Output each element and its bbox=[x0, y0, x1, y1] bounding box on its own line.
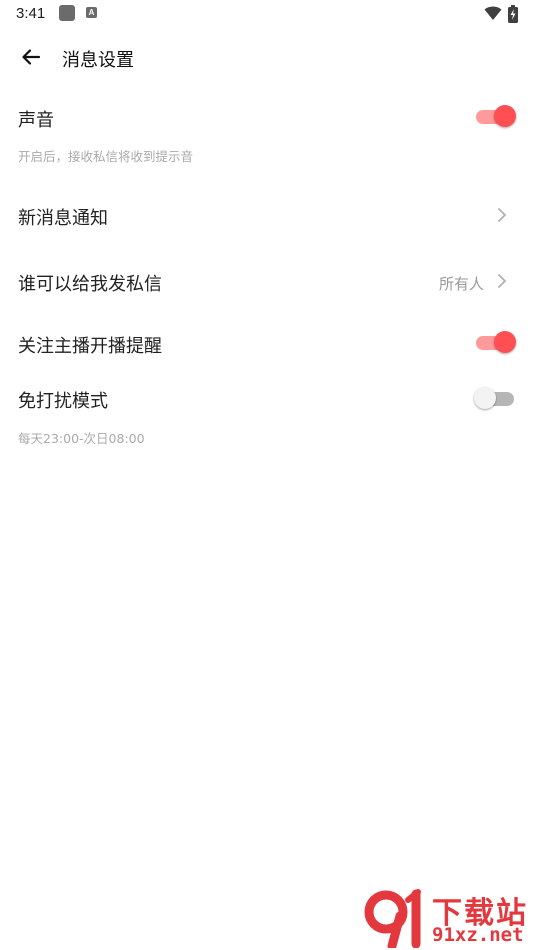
status-time: 3:41 bbox=[16, 5, 46, 22]
setting-row-dm-permission[interactable]: 谁可以给我发私信 所有人 bbox=[0, 258, 534, 306]
dnd-toggle-knob bbox=[474, 387, 496, 409]
dnd-schedule: 每天23:00-次日08:00 bbox=[18, 431, 145, 446]
status-bar: 3:41 A bbox=[0, 0, 534, 28]
live-reminder-toggle[interactable] bbox=[474, 331, 516, 355]
watermark-url: 91xz.net bbox=[432, 924, 524, 946]
live-reminder-toggle-knob bbox=[494, 331, 516, 353]
setting-row-new-message-notification[interactable]: 新消息通知 bbox=[0, 192, 534, 240]
back-arrow-icon[interactable] bbox=[20, 46, 42, 68]
sound-toggle[interactable] bbox=[474, 105, 516, 129]
notification-a-icon: A bbox=[86, 7, 97, 18]
dnd-toggle[interactable] bbox=[474, 387, 516, 411]
chevron-right-icon bbox=[498, 274, 506, 288]
sound-toggle-knob bbox=[494, 105, 516, 127]
sound-label: 声音 bbox=[18, 110, 54, 131]
chevron-right-icon bbox=[498, 208, 506, 222]
watermark-logo bbox=[364, 889, 421, 948]
dm-permission-value: 所有人 bbox=[438, 275, 484, 293]
dnd-label: 免打扰模式 bbox=[18, 391, 108, 412]
header: 消息设置 bbox=[0, 36, 534, 80]
setting-row-sound: 声音 开启后，接收私信将收到提示音 bbox=[0, 100, 534, 172]
dm-permission-label: 谁可以给我发私信 bbox=[18, 274, 162, 295]
new-message-label: 新消息通知 bbox=[18, 208, 108, 229]
notification-square-icon bbox=[59, 5, 75, 21]
live-reminder-label: 关注主播开播提醒 bbox=[18, 336, 162, 357]
battery-icon bbox=[508, 5, 518, 23]
page-title: 消息设置 bbox=[62, 50, 134, 71]
watermark: 下载站 91xz.net bbox=[362, 888, 532, 948]
wifi-icon bbox=[484, 6, 502, 20]
setting-row-live-reminder: 关注主播开播提醒 bbox=[0, 322, 534, 366]
sound-description: 开启后，接收私信将收到提示音 bbox=[18, 149, 194, 164]
setting-row-do-not-disturb: 免打扰模式 每天23:00-次日08:00 bbox=[0, 378, 534, 448]
